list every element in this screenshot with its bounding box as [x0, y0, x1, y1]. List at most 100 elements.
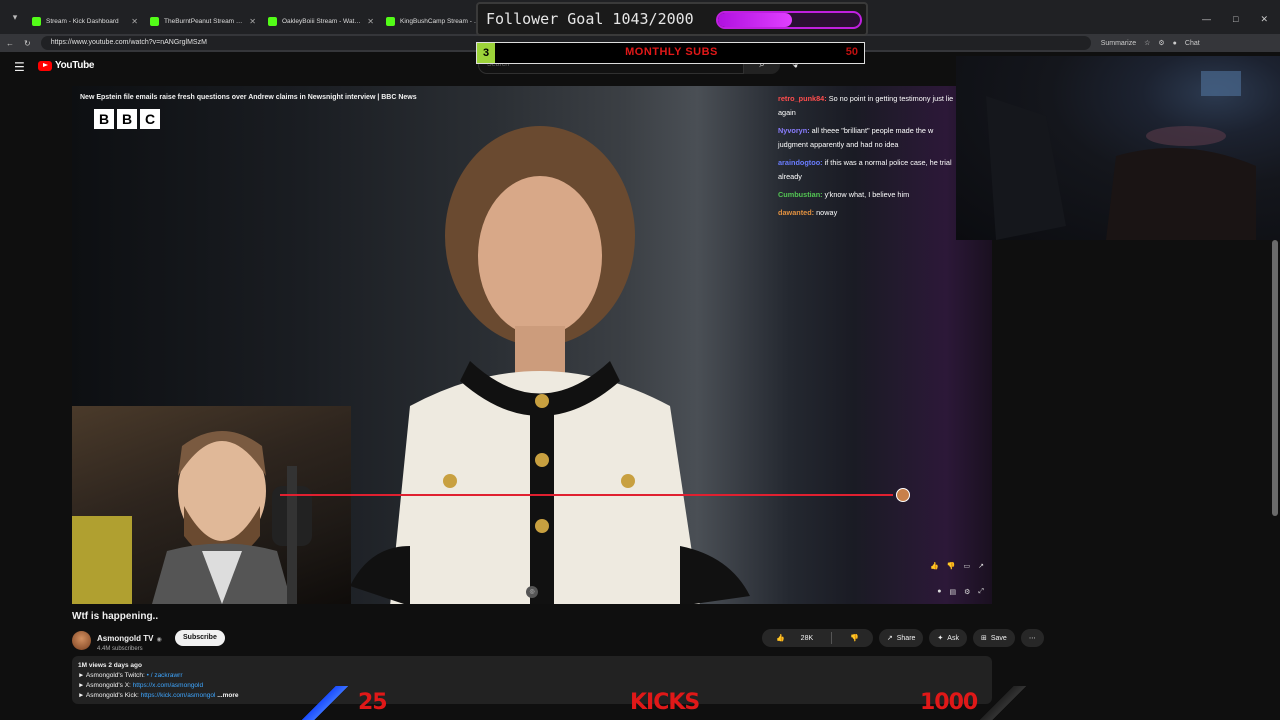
follower-goal-text: Follower Goal 1043/2000	[486, 10, 694, 28]
room-camera	[956, 56, 1280, 240]
subscriber-count: 4.4M subscribers	[97, 646, 143, 652]
chapter-marker-icon[interactable]: ◎	[526, 586, 538, 598]
maximize-icon[interactable]: □	[1233, 14, 1238, 25]
show-more-button[interactable]: ...more	[217, 692, 238, 699]
tab-label: KingBushCamp Stream - Watc	[400, 17, 481, 25]
monthly-subs-widget: 3 MONTHLY SUBS 50	[476, 42, 865, 64]
save-button[interactable]: ⊞ Save	[972, 629, 1015, 647]
video-progress-bar[interactable]	[280, 494, 893, 496]
thumbs-down-icon: 👎	[850, 635, 859, 642]
tab-favicon-icon	[386, 16, 395, 26]
youtube-logo[interactable]: YouTube	[38, 60, 95, 71]
chat-message: dawanted: noway	[778, 206, 956, 220]
browser-tab[interactable]: OakleyBoiii Stream - Watch Li ✕	[262, 8, 380, 34]
chat-username: Nyvoryn:	[778, 126, 810, 135]
browser-tab[interactable]: TheBurntPeanut Stream - Watc ✕	[144, 8, 262, 34]
video-title: Wtf is happening..	[72, 611, 159, 622]
monthly-subs-label: MONTHLY SUBS	[625, 46, 718, 58]
views-and-date: 1M views 2 days ago	[78, 662, 142, 669]
player-settings-controls: ● ▤ ⚙ ⤢	[937, 588, 984, 596]
browser-tab[interactable]: Stream - Kick Dashboard ✕	[26, 8, 144, 34]
share-icon[interactable]: ↗	[978, 562, 984, 570]
share-arrow-icon: ↗	[886, 635, 893, 642]
embedded-video-title: New Epstein file emails raise fresh ques…	[80, 94, 417, 101]
chat-username: Cumbustian:	[778, 190, 823, 199]
subscribe-button[interactable]: Subscribe	[175, 630, 225, 646]
twitch-link[interactable]: • / zackrawrr	[147, 672, 183, 679]
more-icon: ⋯	[1028, 635, 1036, 642]
desc-line-x: ► Asmongold's X: https://x.com/asmongold	[78, 682, 204, 689]
subtitles-icon[interactable]: ▤	[949, 588, 956, 596]
dislike-icon[interactable]: 👎	[947, 562, 956, 570]
window-controls: — □ ✕	[1202, 14, 1268, 25]
autoplay-icon[interactable]: ●	[937, 588, 941, 596]
channel-info: Asmongold TV ◉ 4.4M subscribers	[72, 628, 162, 652]
tab-favicon-icon	[150, 16, 159, 26]
more-actions-button[interactable]: ⋯	[1020, 629, 1044, 647]
chat-button[interactable]: Chat	[1185, 40, 1200, 47]
gray-slash-decoration	[980, 686, 1030, 720]
monthly-subs-goal: 50	[845, 46, 858, 58]
stream-chat-overlay: retro_punk84: So no point in getting tes…	[778, 92, 956, 224]
page-scrollbar[interactable]	[1272, 240, 1278, 516]
share-button[interactable]: ↗ Share	[878, 629, 924, 647]
playlist-add-icon: ⊞	[980, 635, 987, 642]
chat-message: Cumbustian: y'know what, I believe him	[778, 188, 956, 202]
chat-message: retro_punk84: So no point in getting tes…	[778, 92, 956, 120]
kicks-label: KICKS	[630, 690, 700, 715]
streamer-facecam	[72, 406, 351, 604]
chat-message: Nyvoryn: all theee "brilliant" people ma…	[778, 124, 956, 152]
back-icon[interactable]: ←	[6, 39, 14, 48]
chat-username: dawanted:	[778, 208, 815, 217]
chat-text: noway	[816, 208, 838, 217]
bbc-logo: B B C	[94, 109, 160, 129]
desc-line-kick: ► Asmongold's Kick: https://kick.com/asm…	[78, 692, 239, 699]
video-overlay-actions: 👍 👎 ▭ ↗	[930, 562, 984, 570]
progress-scrubber[interactable]	[896, 488, 910, 502]
chat-username: araindogtoo:	[778, 158, 823, 167]
settings-icon[interactable]: ⚙	[964, 588, 970, 596]
presenter-figure	[350, 126, 750, 604]
follower-goal-fill	[718, 13, 793, 27]
bottom-left-number: 25	[358, 690, 388, 715]
tab-label: Stream - Kick Dashboard	[46, 17, 119, 25]
dislike-button[interactable]: 👎	[836, 634, 873, 642]
chat-text: y'know what, I believe him	[824, 190, 910, 199]
channel-avatar[interactable]	[72, 630, 91, 650]
menu-icon[interactable]: ☰	[14, 60, 25, 74]
youtube-play-icon	[38, 60, 52, 71]
bottom-right-number: 1000	[920, 690, 978, 715]
close-window-icon[interactable]: ✕	[1260, 14, 1268, 25]
video-actions: 👍 28K 👎 ↗ Share ✦ Ask ⊞ Save ⋯	[762, 629, 1044, 647]
verified-icon: ◉	[156, 637, 162, 643]
like-icon[interactable]: 👍	[930, 562, 939, 570]
chat-message: araindogtoo: if this was a normal police…	[778, 156, 956, 184]
follower-goal-bar	[716, 11, 862, 29]
ask-button[interactable]: ✦ Ask	[929, 629, 967, 647]
reload-icon[interactable]: ↻	[24, 39, 31, 48]
follower-goal-widget: Follower Goal 1043/2000	[476, 2, 868, 36]
tab-favicon-icon	[268, 16, 277, 26]
channel-name[interactable]: Asmongold TV	[97, 634, 153, 643]
chat-username: retro_punk84:	[778, 94, 827, 103]
summarize-button[interactable]: Summarize	[1101, 40, 1136, 47]
x-link[interactable]: https://x.com/asmongold	[133, 682, 203, 689]
tab-label: TheBurntPeanut Stream - Watc	[164, 17, 244, 25]
tab-label: OakleyBoiii Stream - Watch Li	[282, 17, 363, 25]
sparkle-icon: ✦	[937, 635, 944, 642]
minimize-icon[interactable]: —	[1202, 14, 1211, 25]
like-button[interactable]: 👍 28K	[762, 634, 827, 642]
blue-slash-decoration	[302, 686, 352, 720]
comment-icon[interactable]: ▭	[964, 562, 971, 570]
profile-avatar[interactable]: ●	[1173, 40, 1177, 47]
fullscreen-icon[interactable]: ⤢	[978, 588, 984, 596]
tab-close-icon[interactable]: ✕	[367, 17, 374, 26]
thumbs-up-icon: 👍	[776, 635, 785, 642]
kick-link[interactable]: https://kick.com/asmongol	[141, 692, 216, 699]
tab-close-icon[interactable]: ✕	[249, 17, 256, 26]
tab-close-icon[interactable]: ✕	[131, 17, 138, 26]
tab-search-icon[interactable]: ▾	[4, 6, 26, 28]
description-box[interactable]: 1M views 2 days ago ► Asmongold's Twitch…	[72, 656, 992, 704]
extensions-icon[interactable]: ⚙	[1158, 39, 1164, 47]
bookmark-icon[interactable]: ☆	[1144, 39, 1150, 47]
